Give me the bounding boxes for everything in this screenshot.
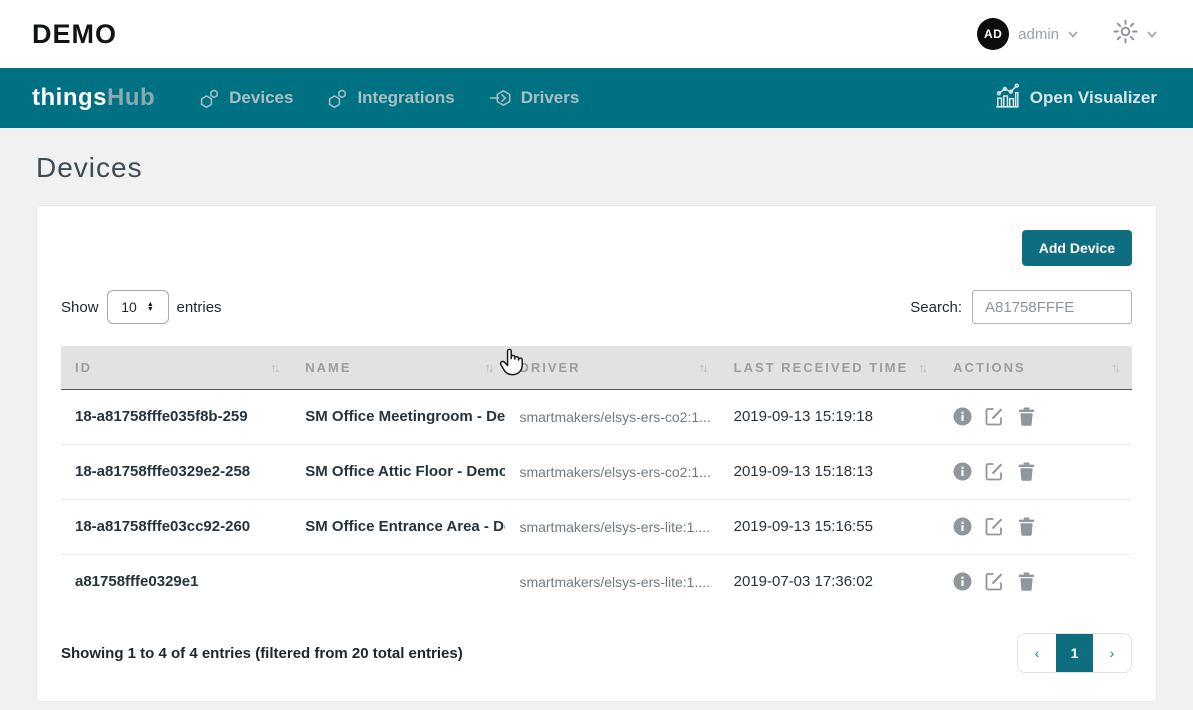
gear-icon[interactable]	[1112, 18, 1139, 50]
info-icon[interactable]	[953, 462, 972, 481]
table-row: 18-a81758fffe0329e2-258 SM Office Attic …	[61, 444, 1132, 499]
chevron-down-icon	[1147, 31, 1157, 38]
info-icon[interactable]	[953, 517, 972, 536]
table-row: 18-a81758fffe035f8b-259 SM Office Meetin…	[61, 389, 1132, 444]
pagination: ‹ 1 ›	[1017, 633, 1132, 673]
nav-label: Integrations	[357, 88, 454, 108]
nav-item-drivers[interactable]: Drivers	[489, 88, 580, 108]
next-page-button[interactable]: ›	[1093, 634, 1131, 672]
show-label: Show	[61, 299, 99, 316]
column-header-driver[interactable]: DRIVER↑↓	[505, 346, 719, 389]
table-header-row: ID↑↓ NAME↑↓ DRIVER↑↓ LAST RECEIVED TIME↑…	[61, 346, 1132, 389]
user-menu[interactable]: AD admin	[977, 18, 1078, 50]
sort-icon[interactable]: ↑↓	[270, 360, 281, 375]
edit-icon[interactable]	[985, 517, 1004, 536]
thingshub-logo[interactable]: thingsHub	[32, 84, 155, 112]
chevron-down-icon	[1068, 31, 1078, 38]
nav-label: Devices	[229, 88, 293, 108]
hexagons-icon	[199, 88, 220, 109]
trash-icon[interactable]	[1017, 572, 1036, 591]
top-header: DEMO AD admin	[0, 0, 1193, 68]
device-driver-cell: smartmakers/elsys-ers-lite:1....	[505, 554, 719, 609]
hexagons-icon	[327, 88, 348, 109]
device-name-cell: SM Office Meetingroom - De...	[291, 389, 505, 444]
info-icon[interactable]	[953, 407, 972, 426]
sort-icon[interactable]: ↑↓	[699, 360, 710, 375]
edit-icon[interactable]	[985, 572, 1004, 591]
search-label: Search:	[910, 299, 962, 316]
select-stepper-icon: ▲▼	[147, 302, 154, 312]
device-driver-cell: smartmakers/elsys-ers-co2:1...	[505, 444, 719, 499]
column-header-actions[interactable]: ACTIONS↑↓	[939, 346, 1132, 389]
column-header-name[interactable]: NAME↑↓	[291, 346, 505, 389]
open-visualizer-button[interactable]: Open Visualizer	[994, 83, 1157, 114]
table-row: 18-a81758fffe03cc92-260 SM Office Entran…	[61, 499, 1132, 554]
page-title: Devices	[36, 152, 1157, 184]
nav-item-integrations[interactable]: Integrations	[327, 88, 454, 109]
last-received-time-cell: 2019-09-13 15:18:13	[720, 444, 940, 499]
trash-icon[interactable]	[1017, 462, 1036, 481]
sort-icon[interactable]: ↑↓	[918, 360, 929, 375]
page-size-value: 10	[121, 299, 137, 315]
device-driver-cell: smartmakers/elsys-ers-lite:1....	[505, 499, 719, 554]
trash-icon[interactable]	[1017, 517, 1036, 536]
nav-item-devices[interactable]: Devices	[199, 88, 293, 109]
main-navbar: thingsHub Devices Integrations	[0, 68, 1193, 128]
device-name-cell: SM Office Entrance Area - De...	[291, 499, 505, 554]
device-driver-cell: smartmakers/elsys-ers-co2:1...	[505, 389, 719, 444]
device-id-cell: 18-a81758fffe0329e2-258	[61, 444, 291, 499]
entries-label: entries	[177, 299, 222, 316]
column-header-id[interactable]: ID↑↓	[61, 346, 291, 389]
search-input[interactable]	[972, 290, 1132, 324]
page-size-select[interactable]: 10 ▲▼	[107, 290, 169, 324]
edit-icon[interactable]	[985, 407, 1004, 426]
table-row: a81758fffe0329e1 smartmakers/elsys-ers-l…	[61, 554, 1132, 609]
devices-card: Add Device Show 10 ▲▼ entries Search: ID…	[36, 205, 1157, 702]
devices-table: ID↑↓ NAME↑↓ DRIVER↑↓ LAST RECEIVED TIME↑…	[61, 346, 1132, 609]
last-received-time-cell: 2019-09-13 15:16:55	[720, 499, 940, 554]
info-icon[interactable]	[953, 572, 972, 591]
last-received-time-cell: 2019-09-13 15:19:18	[720, 389, 940, 444]
sort-icon[interactable]: ↑↓	[1111, 360, 1122, 375]
entries-summary: Showing 1 to 4 of 4 entries (filtered fr…	[61, 645, 463, 662]
chart-icon	[994, 83, 1020, 114]
edit-icon[interactable]	[985, 462, 1004, 481]
sort-icon[interactable]: ↑↓	[484, 360, 495, 375]
page-1-button[interactable]: 1	[1056, 634, 1093, 672]
user-name: admin	[1018, 26, 1059, 43]
trash-icon[interactable]	[1017, 407, 1036, 426]
visualizer-label: Open Visualizer	[1030, 88, 1157, 108]
device-name-cell: SM Office Attic Floor - Demo ...	[291, 444, 505, 499]
add-device-button[interactable]: Add Device	[1022, 230, 1132, 266]
nav-label: Drivers	[521, 88, 580, 108]
device-name-cell	[291, 554, 505, 609]
settings-menu[interactable]	[1112, 18, 1157, 50]
tenant-brand: DEMO	[32, 19, 117, 50]
prev-page-button[interactable]: ‹	[1018, 634, 1056, 672]
column-header-last-received-time[interactable]: LAST RECEIVED TIME↑↓	[720, 346, 940, 389]
avatar[interactable]: AD	[977, 18, 1009, 50]
hexagon-arrow-icon	[489, 88, 512, 108]
device-id-cell: a81758fffe0329e1	[61, 554, 291, 609]
last-received-time-cell: 2019-07-03 17:36:02	[720, 554, 940, 609]
device-id-cell: 18-a81758fffe035f8b-259	[61, 389, 291, 444]
device-id-cell: 18-a81758fffe03cc92-260	[61, 499, 291, 554]
